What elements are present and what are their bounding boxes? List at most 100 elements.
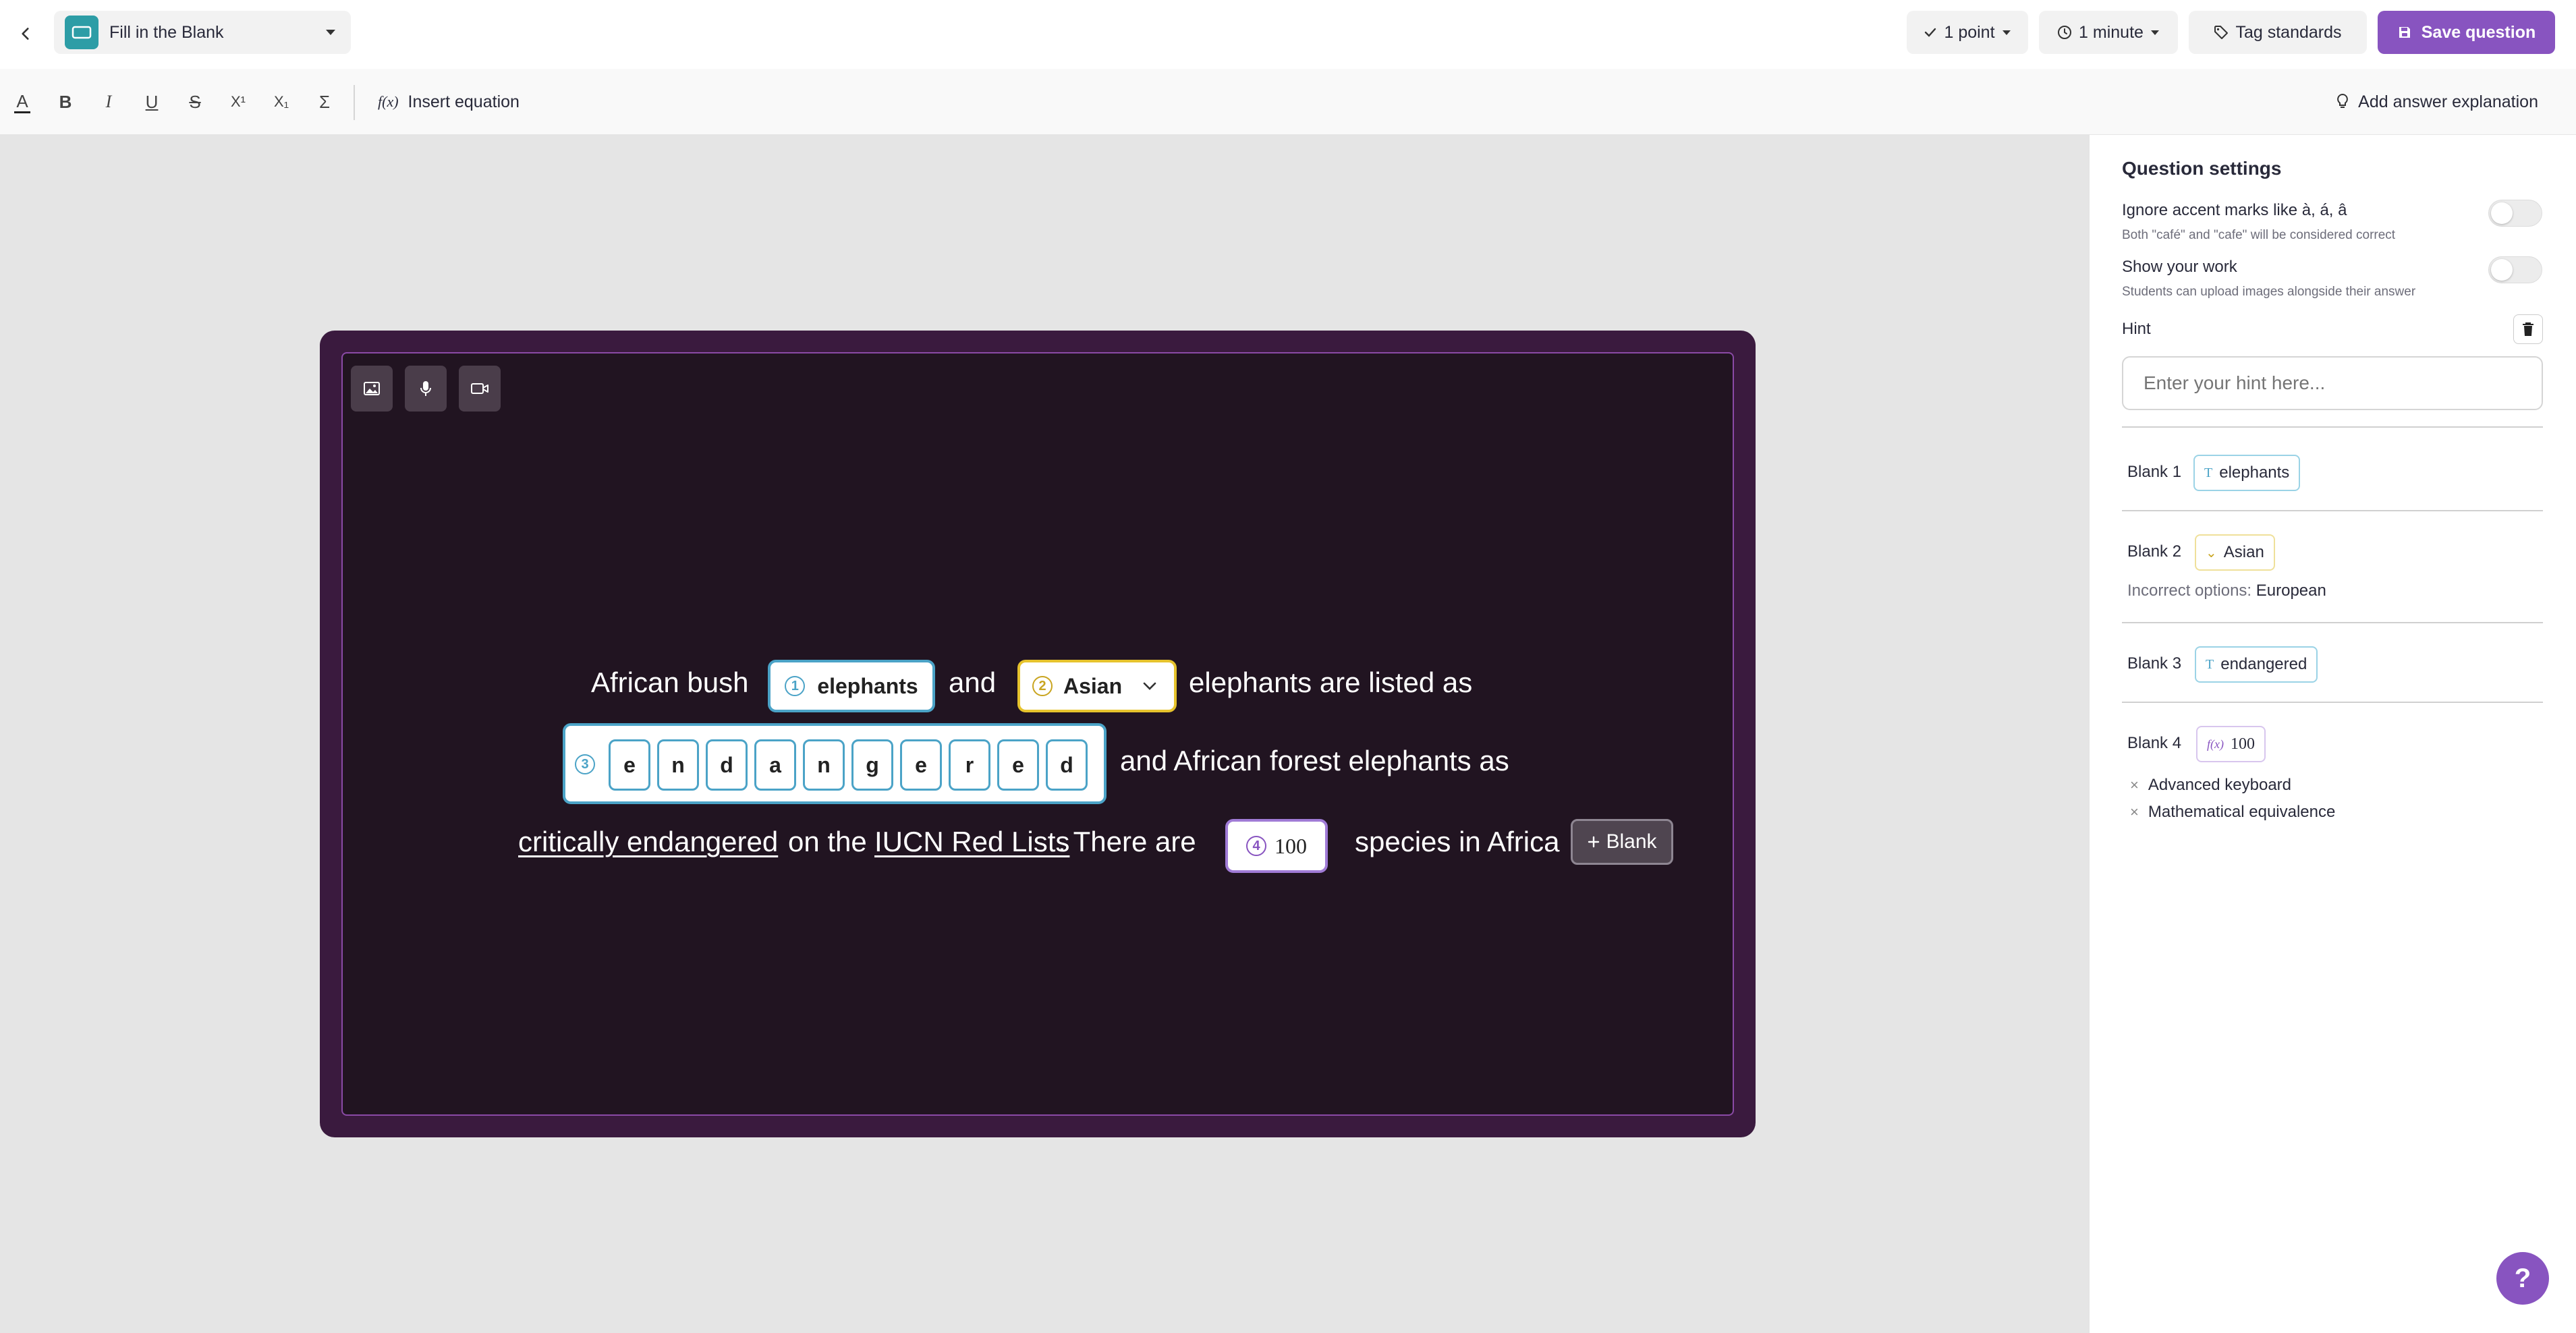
image-icon [364, 382, 380, 395]
bold-icon: B [59, 91, 72, 112]
blank-2[interactable]: 2 Asian [1017, 660, 1177, 712]
bold-button[interactable]: B [53, 89, 78, 115]
incorrect-options-label: Incorrect options: [2127, 582, 2252, 600]
plus-icon [1588, 836, 1600, 848]
strikethrough-button[interactable]: S [182, 89, 208, 115]
subscript-icon: X₁ [273, 93, 289, 110]
save-question-button[interactable]: Save question [2378, 11, 2555, 54]
letter-box[interactable]: d [1046, 739, 1088, 791]
question-text-underlined: critically endangered [518, 826, 779, 857]
delete-hint-button[interactable] [2513, 314, 2543, 344]
add-video-button[interactable] [459, 366, 501, 412]
add-audio-button[interactable] [405, 366, 447, 412]
help-button[interactable]: ? [2496, 1252, 2549, 1305]
blank-4-answer: 100 [1275, 833, 1307, 858]
blank-3[interactable]: 3 e n d a n g e r e d [563, 723, 1107, 804]
blank-3-label: Blank 3 [2127, 654, 2182, 673]
blank-2-label: Blank 2 [2127, 542, 2182, 561]
letter-box[interactable]: n [803, 739, 845, 791]
strikethrough-icon: S [189, 91, 201, 112]
blank-number-badge: 4 [1246, 836, 1266, 856]
microphone-icon [420, 381, 431, 396]
letter-box[interactable]: e [997, 739, 1039, 791]
question-type-label: Fill in the Blank [109, 22, 224, 42]
blank-1-answer-chip[interactable]: T elephants [2193, 455, 2301, 491]
question-type-select[interactable]: Fill in the Blank [54, 11, 351, 54]
add-answer-explanation-label: Add answer explanation [2358, 92, 2538, 111]
blank-4-chip-answer: 100 [2230, 735, 2255, 753]
add-blank-button[interactable]: Blank [1571, 819, 1673, 865]
superscript-icon: X¹ [231, 93, 246, 110]
blank-4-answer-chip[interactable]: f(x) 100 [2196, 726, 2266, 762]
sigma-button[interactable]: Σ [312, 89, 337, 115]
add-answer-explanation-button[interactable]: Add answer explanation [2336, 86, 2538, 117]
superscript-button[interactable]: X¹ [225, 89, 251, 115]
add-blank-label: Blank [1606, 830, 1657, 853]
trash-icon [2523, 322, 2533, 336]
blank-4[interactable]: 4 100 [1225, 819, 1328, 873]
tag-standards-button[interactable]: Tag standards [2189, 11, 2367, 54]
back-button[interactable] [7, 15, 45, 53]
time-dropdown[interactable]: 1 minute [2039, 11, 2178, 54]
lightbulb-icon [2337, 93, 2349, 108]
underline-icon: U [145, 91, 159, 112]
add-image-button[interactable] [351, 366, 393, 412]
question-text: . There are [1058, 826, 1196, 857]
video-camera-icon [471, 383, 488, 394]
question-text: and African forest elephants as [1120, 745, 1509, 776]
incorrect-options: Incorrect options: European [2127, 582, 2326, 600]
blank-1-label: Blank 1 [2127, 463, 2182, 481]
letter-box[interactable]: d [706, 739, 748, 791]
caret-down-icon [2150, 30, 2159, 35]
show-work-label: Show your work [2122, 258, 2237, 276]
blank-number-badge: 3 [575, 754, 595, 774]
show-work-toggle[interactable] [2488, 256, 2542, 283]
letter-box[interactable]: g [851, 739, 893, 791]
divider [2122, 702, 2543, 703]
close-icon[interactable]: × [2130, 803, 2139, 821]
italic-button[interactable]: I [96, 89, 121, 115]
accent-setting-label: Ignore accent marks like à, á, â [2122, 201, 2347, 219]
tag-standards-label: Tag standards [2235, 22, 2342, 42]
points-label: 1 point [1944, 22, 1995, 42]
hint-input[interactable] [2122, 356, 2543, 410]
letter-box[interactable]: n [657, 739, 699, 791]
letter-box[interactable]: r [949, 739, 990, 791]
feature-advanced-keyboard: × Advanced keyboard [2130, 776, 2291, 795]
divider [2122, 622, 2543, 623]
top-bar: Fill in the Blank 1 point 1 minute Tag s… [0, 0, 2576, 69]
blank-1[interactable]: 1 elephants [768, 660, 935, 712]
time-label: 1 minute [2079, 22, 2144, 42]
divider [2122, 426, 2543, 428]
clock-icon [2058, 26, 2072, 39]
close-icon[interactable]: × [2130, 776, 2139, 794]
blank-3-answer-chip[interactable]: T endangered [2195, 646, 2318, 683]
letter-box[interactable]: e [900, 739, 942, 791]
insert-equation-label: Insert equation [408, 92, 520, 111]
insert-equation-button[interactable]: f(x) Insert equation [378, 86, 520, 117]
letter-box[interactable]: a [754, 739, 796, 791]
underline-button[interactable]: U [139, 89, 165, 115]
save-question-label: Save question [2421, 22, 2536, 42]
subscript-button[interactable]: X₁ [269, 89, 294, 115]
format-toolbar: A B I U S X¹ X₁ Σ f(x) Insert equation A… [0, 69, 2576, 135]
check-icon [1925, 28, 1936, 37]
italic-icon: I [105, 92, 112, 111]
math-type-icon: f(x) [2207, 737, 2224, 751]
text-color-button[interactable]: A [9, 89, 35, 115]
question-text: elephants are listed as [1189, 666, 1473, 698]
question-text: species in Africa [1355, 826, 1560, 857]
blank-number-badge: 1 [785, 676, 806, 696]
feature-label: Mathematical equivalence [2148, 803, 2336, 821]
save-icon [2399, 27, 2410, 38]
accent-toggle[interactable] [2488, 200, 2542, 227]
caret-down-icon [2002, 30, 2011, 35]
blank-2-answer-chip[interactable]: ⌄ Asian [2195, 534, 2275, 571]
blank-number-badge: 2 [1032, 676, 1053, 696]
accent-setting-description: Both "café" and "cafe" will be considere… [2122, 228, 2396, 242]
feature-mathematical-equivalence: × Mathematical equivalence [2130, 803, 2335, 822]
points-dropdown[interactable]: 1 point [1907, 11, 2028, 54]
text-color-icon: A [14, 91, 30, 113]
letter-box[interactable]: e [609, 739, 650, 791]
text-type-icon: T [2206, 656, 2214, 672]
